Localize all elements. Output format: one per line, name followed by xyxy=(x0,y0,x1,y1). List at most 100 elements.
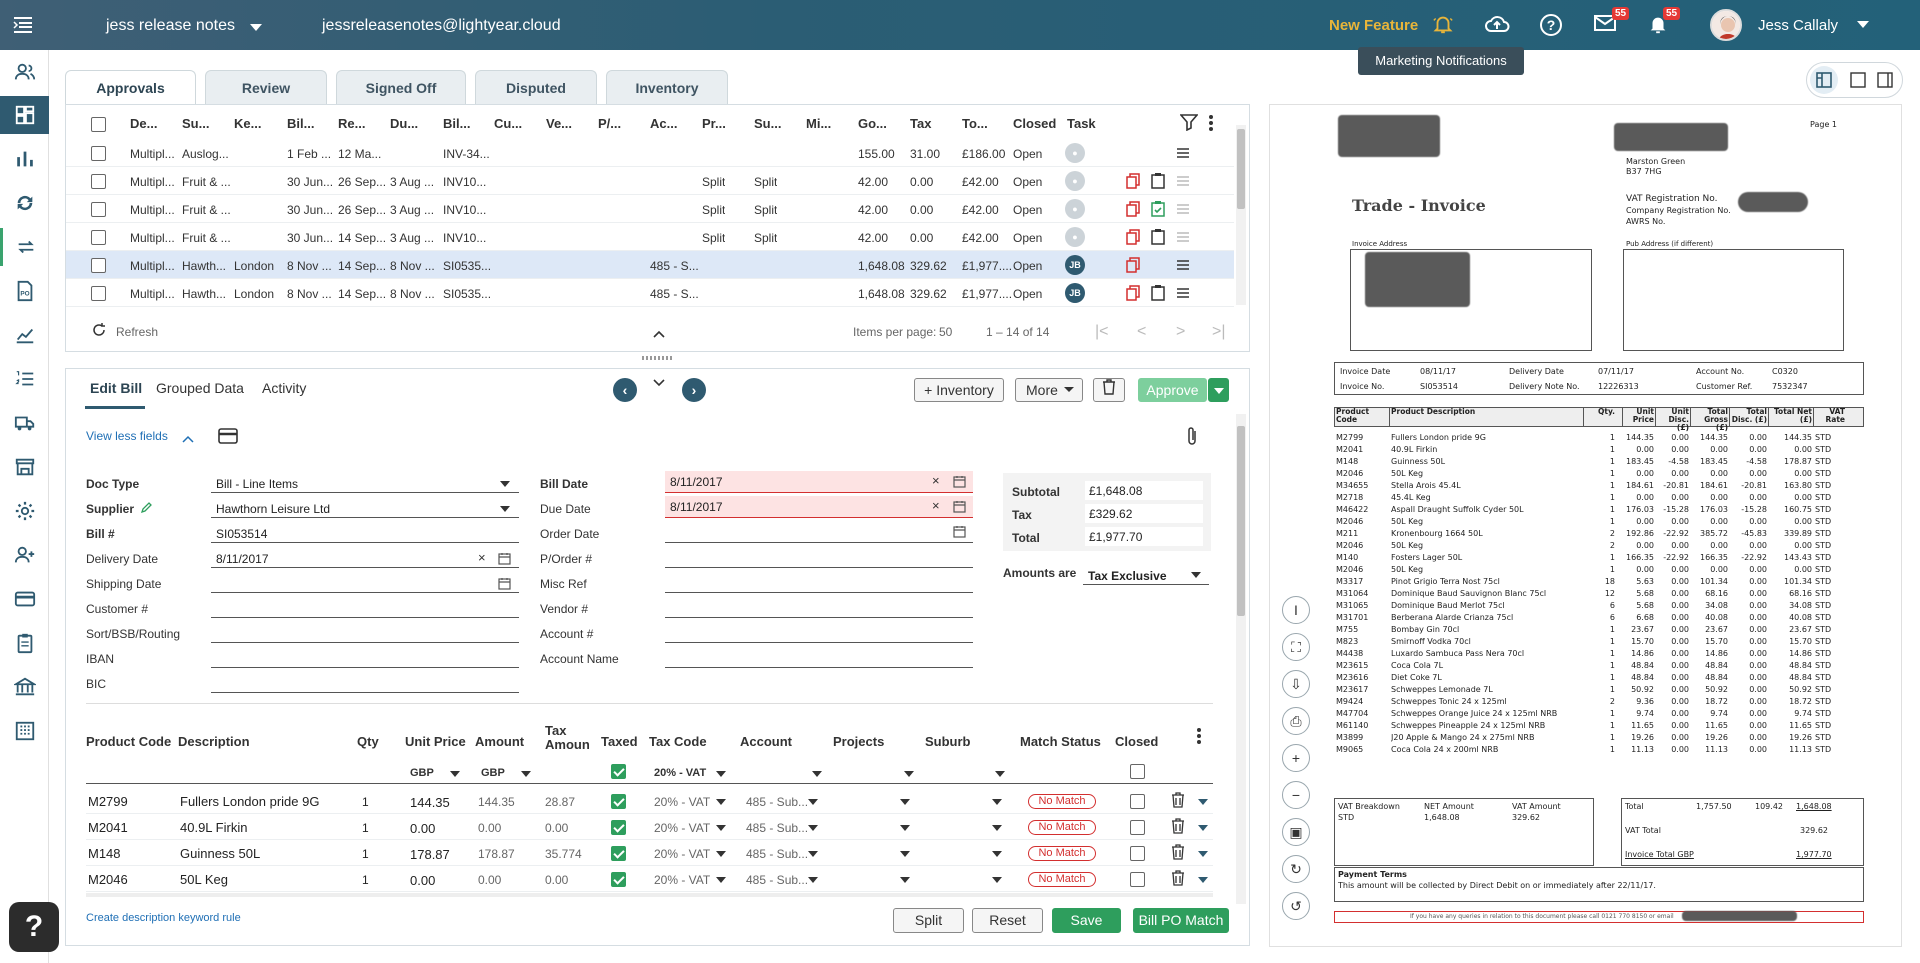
copy-icon[interactable] xyxy=(1126,285,1140,304)
sidebar-item-clipboard[interactable] xyxy=(0,624,49,662)
projects-dropdown-icon[interactable] xyxy=(900,799,910,805)
approve-dropdown-button[interactable] xyxy=(1208,378,1229,402)
line-unit-price[interactable]: 178.87 xyxy=(410,847,450,862)
field-dropdown-icon[interactable] xyxy=(500,506,510,512)
table-row[interactable]: Multipl... Hawth... London 8 Nov ... 14 Sep.… xyxy=(66,251,1234,279)
amounts-are-chevron-icon[interactable] xyxy=(1191,572,1201,578)
line-header[interactable]: Qty xyxy=(357,734,379,749)
tab-approvals[interactable]: Approvals xyxy=(65,70,196,104)
tax-code-dropdown-icon[interactable] xyxy=(716,851,726,857)
line-closed-checkbox[interactable] xyxy=(1130,872,1145,887)
projects-dropdown-icon[interactable] xyxy=(900,877,910,883)
clipboard-check-icon[interactable] xyxy=(1151,200,1165,220)
projects-dropdown-icon[interactable] xyxy=(900,825,910,831)
line-header[interactable]: Match Status xyxy=(1020,734,1101,749)
split-button[interactable]: Split xyxy=(893,908,964,933)
line-taxed-checkbox[interactable] xyxy=(611,872,626,887)
task-unassigned-avatar[interactable]: ● xyxy=(1065,143,1085,163)
tab-signed-off[interactable]: Signed Off xyxy=(336,70,466,104)
sidebar-item-transfer[interactable] xyxy=(0,228,49,266)
edit-tab-grouped-data[interactable]: Grouped Data xyxy=(156,380,244,396)
line-closed-checkbox[interactable] xyxy=(1130,820,1145,835)
help-button[interactable]: ? xyxy=(9,902,59,952)
table-row[interactable]: Multipl... Fruit & ... 30 Jun... 26 Sep... 3… xyxy=(66,167,1234,195)
menu-icon[interactable] xyxy=(12,15,34,35)
split-view-icon[interactable] xyxy=(1810,66,1838,94)
calendar-icon[interactable] xyxy=(953,525,966,541)
line-header[interactable]: Tax Code xyxy=(649,734,707,749)
user-menu-chevron-icon[interactable] xyxy=(1857,21,1869,28)
field-input[interactable] xyxy=(665,521,973,543)
sidebar-item-bank[interactable] xyxy=(0,668,49,706)
clipboard-icon[interactable] xyxy=(1151,284,1165,304)
fit-page-icon[interactable]: ▣ xyxy=(1282,818,1310,846)
column-filter-dropdown-icon[interactable] xyxy=(812,771,822,777)
sidebar-item-contacts[interactable] xyxy=(0,53,49,91)
tab-inventory[interactable]: Inventory xyxy=(606,70,728,104)
currency-dropdown-icon[interactable] xyxy=(450,771,460,777)
field-input[interactable] xyxy=(211,596,519,618)
line-header[interactable]: Amount xyxy=(475,734,524,749)
line-expand-icon[interactable] xyxy=(1198,851,1208,857)
field-input[interactable] xyxy=(665,571,973,593)
account-dropdown-icon[interactable] xyxy=(808,877,818,883)
line-header[interactable]: Suburb xyxy=(925,734,971,749)
attachment-icon[interactable] xyxy=(1185,426,1199,449)
line-product-code[interactable]: M2046 xyxy=(88,872,128,887)
line-qty[interactable]: 1 xyxy=(362,821,369,835)
tab-review[interactable]: Review xyxy=(205,70,327,104)
line-tax-code[interactable]: 20% - VAT xyxy=(654,821,710,835)
closed-all-checkbox[interactable] xyxy=(1130,764,1145,779)
refresh-button[interactable]: Refresh xyxy=(116,325,158,339)
field-input[interactable] xyxy=(211,646,519,668)
task-assignee-avatar[interactable]: JB xyxy=(1065,283,1085,303)
resize-handle[interactable] xyxy=(642,356,672,360)
clear-icon[interactable]: × xyxy=(478,550,486,565)
grid-header[interactable]: Pr... xyxy=(702,116,726,131)
sidebar-item-settings[interactable] xyxy=(0,492,49,530)
grid-header[interactable]: Bil... xyxy=(287,116,314,131)
edit-supplier-icon[interactable] xyxy=(140,501,153,517)
account-dropdown-icon[interactable] xyxy=(808,825,818,831)
create-keyword-rule-link[interactable]: Create description keyword rule xyxy=(86,912,241,924)
save-button[interactable]: Save xyxy=(1052,908,1121,933)
task-unassigned-avatar[interactable]: ● xyxy=(1065,227,1085,247)
task-unassigned-avatar[interactable]: ● xyxy=(1065,199,1085,219)
table-row[interactable]: Multipl... Auslog... 1 Feb ... 12 Ma... INV-… xyxy=(66,139,1234,167)
line-header[interactable]: Tax Amoun xyxy=(545,724,590,752)
prev-page-icon[interactable]: < xyxy=(1137,323,1146,341)
edit-tab-activity[interactable]: Activity xyxy=(262,380,306,396)
grid-header[interactable]: Re... xyxy=(338,116,365,131)
reset-button[interactable]: Reset xyxy=(972,908,1043,933)
field-input[interactable] xyxy=(211,571,519,593)
column-filter-dropdown-icon[interactable] xyxy=(904,771,914,777)
sidebar-view-icon[interactable] xyxy=(1877,72,1893,91)
notes-icon[interactable] xyxy=(1176,147,1190,162)
task-assignee-avatar[interactable]: JB xyxy=(1065,255,1085,275)
sidebar-item-add-user[interactable] xyxy=(0,536,49,574)
lines-menu-icon[interactable] xyxy=(1196,727,1202,748)
user-name[interactable]: Jess Callaly xyxy=(1758,17,1838,34)
column-menu-icon[interactable] xyxy=(1208,114,1214,135)
column-filter-dropdown-icon[interactable] xyxy=(995,771,1005,777)
suburb-dropdown-icon[interactable] xyxy=(992,799,1002,805)
line-account[interactable]: 485 - Sub... xyxy=(746,821,808,835)
grid-scrollbar[interactable] xyxy=(1236,125,1246,305)
delete-line-icon[interactable] xyxy=(1171,870,1185,889)
grid-header[interactable]: De... xyxy=(130,116,157,131)
sidebar-item-analytics[interactable] xyxy=(0,316,49,354)
row-checkbox[interactable] xyxy=(91,202,106,217)
line-header[interactable]: Taxed xyxy=(601,734,638,749)
line-expand-icon[interactable] xyxy=(1198,825,1208,831)
field-input[interactable] xyxy=(211,621,519,643)
line-description[interactable]: 40.9L Firkin xyxy=(180,820,247,835)
rotate-left-icon[interactable]: ↺ xyxy=(1282,892,1310,920)
line-tax-code[interactable]: 20% - VAT xyxy=(654,873,710,887)
line-taxed-checkbox[interactable] xyxy=(611,820,626,835)
notes-icon[interactable] xyxy=(1176,231,1190,246)
calendar-icon[interactable] xyxy=(498,552,511,568)
line-unit-price[interactable]: 0.00 xyxy=(410,873,435,888)
tax-code-dropdown-icon[interactable] xyxy=(716,825,726,831)
row-checkbox[interactable] xyxy=(91,286,106,301)
tax-code-dropdown-icon[interactable] xyxy=(716,771,726,777)
